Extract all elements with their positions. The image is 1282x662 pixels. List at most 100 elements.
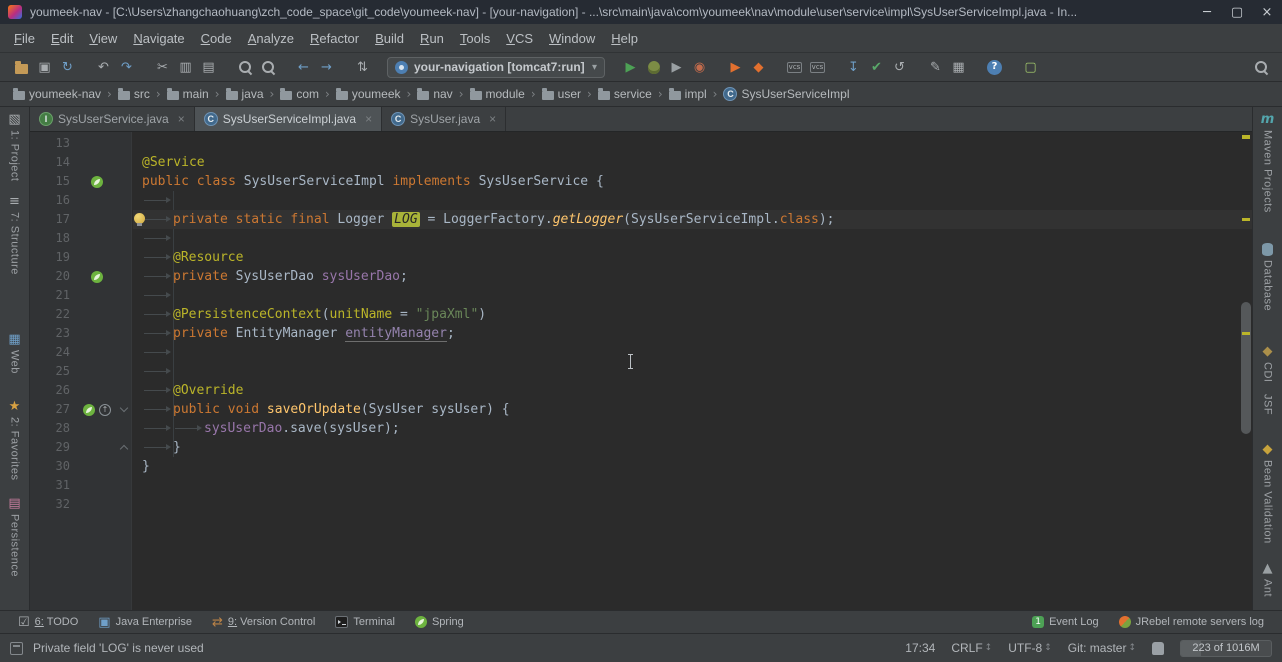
menu-item-file[interactable]: File [6, 27, 43, 50]
back-button[interactable]: ← [292, 56, 315, 79]
tab-close-icon[interactable]: × [178, 112, 185, 126]
tool-button-jsf[interactable]: JSF [1262, 394, 1274, 415]
menu-item-build[interactable]: Build [367, 27, 412, 50]
spring-bean-icon[interactable] [91, 176, 103, 188]
breadcrumb-item-nav[interactable]: nav [414, 86, 455, 102]
menu-item-edit[interactable]: Edit [43, 27, 81, 50]
open-project-button[interactable] [10, 56, 33, 79]
jrebel-run-button[interactable]: ▶ [724, 56, 747, 79]
tool-button-database[interactable]: Database [1262, 243, 1274, 311]
tool-button-cdi[interactable]: ◆CDI [1262, 345, 1274, 382]
commit-changes-button[interactable]: ✔ [865, 56, 888, 79]
override-icon[interactable]: ↑ [99, 404, 111, 416]
breadcrumb-item-sysuserserviceimpl[interactable]: CSysUserServiceImpl [720, 86, 852, 102]
status-widget-crlf[interactable]: CRLF↕ [951, 641, 992, 655]
edit-run-config-button[interactable]: ✎ [924, 56, 947, 79]
status-widget-17-34[interactable]: 17:34 [905, 641, 935, 655]
run-configuration-select[interactable]: your-navigation [tomcat7:run] ▾ [387, 57, 605, 78]
maximize-button[interactable]: ▢ [1222, 0, 1252, 24]
save-all-button[interactable]: ▣ [33, 56, 56, 79]
tool-button-1-project[interactable]: ▧1: Project [8, 113, 20, 181]
tab-sysuser-java[interactable]: CSysUser.java× [382, 107, 506, 131]
toolwindow-toggle-icon[interactable] [10, 642, 23, 655]
toolwindow-button-jrebel-remote-servers-log[interactable]: JRebel remote servers log [1109, 616, 1274, 628]
vcs-update-mini-button[interactable]: vcs [783, 56, 806, 79]
update-project-button[interactable]: ↧ [842, 56, 865, 79]
tool-button-ant[interactable]: ▲Ant [1262, 562, 1274, 597]
jrebel-debug-button[interactable]: ◆ [747, 56, 770, 79]
breadcrumb-item-module[interactable]: module [467, 86, 528, 102]
menu-item-help[interactable]: Help [603, 27, 646, 50]
breadcrumb-item-com[interactable]: com [277, 86, 322, 102]
editor[interactable]: 1314@Service15public class SysUserServic… [30, 132, 1252, 610]
rollback-button[interactable]: ↺ [888, 56, 911, 79]
project-tool-icon: ▧ [8, 113, 20, 126]
fold-end-icon[interactable] [120, 445, 128, 453]
tool-button-maven-projects[interactable]: mMaven Projects [1261, 113, 1275, 213]
find-button[interactable] [233, 56, 256, 79]
paste-button[interactable]: ▤ [197, 56, 220, 79]
menu-item-analyze[interactable]: Analyze [240, 27, 302, 50]
toolwindow-button-6-todo[interactable]: ☑6: TODO [8, 616, 88, 629]
menu-item-run[interactable]: Run [412, 27, 452, 50]
annotate-button[interactable]: ⇅ [351, 56, 374, 79]
project-structure-button[interactable]: ▦ [947, 56, 970, 79]
help-button[interactable]: ? [983, 56, 1006, 79]
cut-button[interactable]: ✂ [151, 56, 174, 79]
spring-bean-icon[interactable] [83, 404, 95, 416]
run-config-icon [395, 61, 408, 74]
breadcrumb-item-main[interactable]: main [164, 86, 212, 102]
profiler-button[interactable]: ◉ [688, 56, 711, 79]
tool-button-persistence[interactable]: ▤Persistence [8, 497, 20, 577]
redo-button[interactable]: ↷ [115, 56, 138, 79]
toolwindow-button-terminal[interactable]: Terminal [325, 616, 405, 628]
tab-close-icon[interactable]: × [489, 112, 496, 126]
toolwindow-button-spring[interactable]: Spring [405, 616, 474, 628]
toolwindow-button-event-log[interactable]: 1Event Log [1022, 616, 1109, 628]
memory-indicator[interactable]: 223 of 1016M [1180, 640, 1272, 657]
vcs-commit-mini-button[interactable]: vcs [806, 56, 829, 79]
coverage-button[interactable]: ▶ [665, 56, 688, 79]
jrebel-console-button[interactable]: ▢ [1019, 56, 1042, 79]
menu-item-view[interactable]: View [81, 27, 125, 50]
status-widget-utf-8[interactable]: UTF-8↕ [1008, 641, 1052, 655]
run-button[interactable]: ▶ [619, 56, 642, 79]
spring-bean-icon[interactable] [91, 271, 103, 283]
undo-button[interactable]: ↶ [92, 56, 115, 79]
tool-button-bean-validation[interactable]: ◆Bean Validation [1262, 443, 1274, 544]
menu-item-code[interactable]: Code [193, 27, 240, 50]
editor-scrollbar[interactable] [1241, 302, 1251, 434]
tab-close-icon[interactable]: × [365, 112, 372, 126]
forward-button[interactable]: → [315, 56, 338, 79]
tool-button-7-structure[interactable]: ≡7: Structure [9, 195, 21, 275]
breadcrumb-item-service[interactable]: service [595, 86, 655, 102]
breadcrumb-item-youmeek-nav[interactable]: youmeek-nav [10, 86, 104, 102]
minimize-button[interactable]: ─ [1192, 0, 1222, 24]
tool-button-2-favorites[interactable]: ★2: Favorites [9, 400, 21, 480]
menu-item-window[interactable]: Window [541, 27, 603, 50]
close-button[interactable]: × [1252, 0, 1282, 24]
replace-button[interactable] [256, 56, 279, 79]
debug-button[interactable] [642, 56, 665, 79]
breadcrumb-item-user[interactable]: user [539, 86, 584, 102]
tab-sysuserservice-java[interactable]: ISysUserService.java× [30, 107, 195, 131]
status-widget-git-master[interactable]: Git: master↕ [1068, 641, 1136, 655]
intention-bulb-icon[interactable] [134, 213, 145, 224]
toolwindow-button-java-enterprise[interactable]: ▣Java Enterprise [88, 616, 202, 629]
menu-item-navigate[interactable]: Navigate [125, 27, 192, 50]
copy-button[interactable]: ▥ [174, 56, 197, 79]
synchronize-button[interactable]: ↻ [56, 56, 79, 79]
breadcrumb-item-youmeek[interactable]: youmeek [333, 86, 404, 102]
toolwindow-button-9-version-control[interactable]: ⇄9: Version Control [202, 616, 325, 629]
breadcrumb-item-src[interactable]: src [115, 86, 153, 102]
menu-item-tools[interactable]: Tools [452, 27, 498, 50]
search-button[interactable] [1249, 56, 1272, 79]
hector-inspections-icon[interactable] [1152, 642, 1164, 655]
breadcrumb-item-impl[interactable]: impl [666, 86, 710, 102]
breadcrumb-item-java[interactable]: java [223, 86, 267, 102]
tool-button-web[interactable]: ▦Web [8, 333, 20, 374]
fold-open-icon[interactable] [120, 404, 128, 412]
menu-item-vcs[interactable]: VCS [498, 27, 541, 50]
menu-item-refactor[interactable]: Refactor [302, 27, 367, 50]
tab-sysuserserviceimpl-java[interactable]: CSysUserServiceImpl.java× [195, 107, 382, 131]
